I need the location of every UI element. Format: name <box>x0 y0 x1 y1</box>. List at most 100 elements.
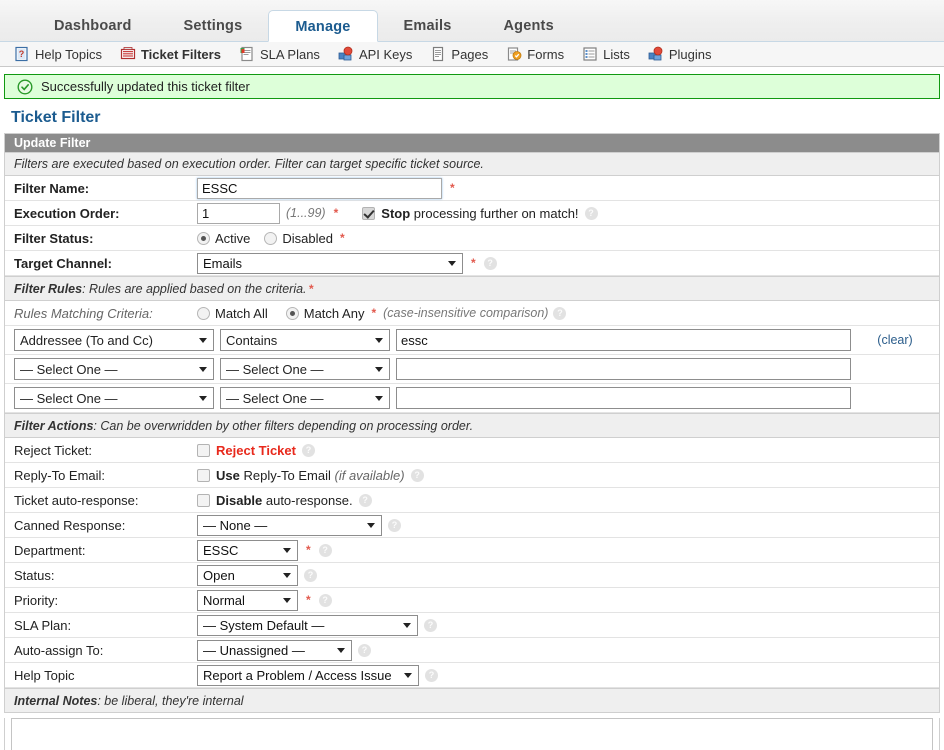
rule-operator-select-1[interactable]: Contains <box>220 329 390 351</box>
sidebar-item-sla-plans[interactable]: SLA Plans <box>239 46 320 62</box>
internal-notes-textarea[interactable] <box>11 718 933 750</box>
stop-processing-label-rest: processing further on match! <box>410 205 579 221</box>
rule-operator-select-3[interactable]: — Select One — <box>220 387 390 409</box>
required-marker: * <box>471 256 476 270</box>
status-disabled-radio[interactable] <box>264 231 278 245</box>
label-sla-plan: SLA Plan: <box>14 617 72 633</box>
success-check-icon <box>17 78 33 95</box>
row-canned-response: Canned Response: — None — ? <box>5 513 939 538</box>
section-header-internal-notes: Internal Notes: be liberal, they're inte… <box>5 688 939 713</box>
tab-settings[interactable]: Settings <box>158 10 269 42</box>
rule-operator-select-2[interactable]: — Select One — <box>220 358 390 380</box>
rule-value-input-2[interactable] <box>396 358 851 380</box>
sidebar-item-label: SLA Plans <box>259 46 320 62</box>
stop-processing-checkbox[interactable] <box>362 206 376 220</box>
sidebar-item-label: Forms <box>527 46 565 62</box>
section-note-internal-notes: : be liberal, they're internal <box>97 694 244 708</box>
row-priority: Priority: Normal * ? <box>5 588 939 613</box>
execution-order-input[interactable] <box>197 202 280 224</box>
ticket-filters-icon <box>120 46 136 62</box>
rule-field-select-2[interactable]: — Select One — <box>14 358 214 380</box>
help-icon[interactable]: ? <box>318 543 332 557</box>
sidebar-item-pages[interactable]: Pages <box>430 46 488 62</box>
section-header-filter-rules: Filter Rules: Rules are applied based on… <box>5 276 939 301</box>
match-all-radio[interactable] <box>197 306 210 320</box>
status-select[interactable]: Open <box>197 564 298 586</box>
target-channel-select[interactable]: Emails <box>197 252 463 274</box>
tab-dashboard[interactable]: Dashboard <box>28 10 158 42</box>
auto-assign-select[interactable]: — Unassigned — <box>197 639 352 661</box>
rule-value-input-3[interactable] <box>396 387 851 409</box>
reject-ticket-checkbox[interactable] <box>197 443 210 457</box>
required-marker: * <box>306 543 311 557</box>
rule-field-select-1[interactable]: Addressee (To and Cc) <box>14 329 214 351</box>
required-marker: * <box>340 231 345 245</box>
table-row: Addressee (To and Cc) Contains essc (cle… <box>5 326 939 355</box>
help-icon[interactable]: ? <box>318 593 332 607</box>
help-icon[interactable]: ? <box>424 618 437 632</box>
help-icon[interactable]: ? <box>584 206 598 220</box>
disable-auto-response-checkbox[interactable] <box>197 493 210 507</box>
section-title-filter-actions: Filter Actions <box>14 419 94 433</box>
sidebar-item-plugins[interactable]: Plugins <box>648 46 712 62</box>
row-department: Department: ESSC * ? <box>5 538 939 563</box>
rule-value-input-1[interactable]: essc <box>396 329 851 351</box>
stop-processing-label: Stop processing further on match! <box>381 206 578 221</box>
help-icon[interactable]: ? <box>425 668 438 682</box>
priority-select[interactable]: Normal <box>197 589 298 611</box>
filter-name-input[interactable] <box>197 177 442 199</box>
help-icon[interactable]: ? <box>483 256 497 270</box>
row-filter-status: Filter Status: Active Disabled * <box>5 226 939 251</box>
help-icon[interactable]: ? <box>358 493 372 507</box>
row-target-channel: Target Channel: Emails * ? <box>5 251 939 276</box>
label-reject-ticket: Reject Ticket: <box>14 442 93 458</box>
tab-agents[interactable]: Agents <box>478 10 580 42</box>
success-banner: Successfully updated this ticket filter <box>4 74 940 99</box>
help-icon[interactable]: ? <box>388 518 401 532</box>
label-filter-name: Filter Name: <box>14 180 90 196</box>
section-note-update-filter: Filters are executed based on execution … <box>5 153 939 176</box>
sidebar-item-lists[interactable]: Lists <box>582 46 630 62</box>
sidebar-item-api-keys[interactable]: API Keys <box>338 46 412 62</box>
reply-to-email-label-rest: Reply-To Email <box>239 467 335 483</box>
help-topic-select[interactable]: Report a Problem / Access Issue <box>197 664 419 686</box>
reply-to-email-label: Use Reply-To Email (if available) <box>216 468 405 483</box>
help-icon[interactable]: ? <box>358 643 371 657</box>
help-topics-icon: ? <box>14 46 30 62</box>
help-icon[interactable]: ? <box>301 443 315 457</box>
label-ticket-auto-response: Ticket auto-response: <box>14 492 139 508</box>
success-banner-text: Successfully updated this ticket filter <box>41 79 250 94</box>
tab-emails[interactable]: Emails <box>378 10 478 42</box>
section-header-filter-actions: Filter Actions: Can be overwridden by ot… <box>5 413 939 438</box>
ticket-filter-form: Update Filter Filters are executed based… <box>4 133 940 713</box>
reply-to-email-checkbox[interactable] <box>197 468 210 482</box>
help-icon[interactable]: ? <box>410 468 424 482</box>
status-active-radio[interactable] <box>197 231 210 245</box>
canned-response-select[interactable]: — None — <box>197 514 382 536</box>
clear-rules-link[interactable]: (clear) <box>851 333 939 347</box>
internal-notes-area <box>4 718 940 750</box>
match-any-label: Match Any <box>303 305 365 321</box>
sidebar-item-label: Lists <box>603 46 630 62</box>
sla-plan-select[interactable]: — System Default — <box>197 614 418 636</box>
help-icon[interactable]: ? <box>553 306 567 320</box>
reply-to-email-label-bold: Use <box>216 467 240 483</box>
help-icon[interactable]: ? <box>304 568 317 582</box>
label-rules-matching-criteria: Rules Matching Criteria: <box>14 305 153 321</box>
section-header-update-filter: Update Filter <box>5 134 939 153</box>
sidebar-item-help-topics[interactable]: ? Help Topics <box>14 46 102 62</box>
required-marker: * <box>371 306 377 320</box>
row-auto-assign-to: Auto-assign To: — Unassigned — ? <box>5 638 939 663</box>
row-sla-plan: SLA Plan: — System Default — ? <box>5 613 939 638</box>
pages-icon <box>430 46 446 62</box>
match-all-label: Match All <box>215 305 268 321</box>
tab-manage[interactable]: Manage <box>268 10 378 42</box>
rule-field-select-3[interactable]: — Select One — <box>14 387 214 409</box>
sidebar-item-forms[interactable]: Forms <box>506 46 564 62</box>
match-any-radio[interactable] <box>285 306 299 320</box>
department-select[interactable]: ESSC <box>197 539 298 561</box>
label-reply-to-email: Reply-To Email: <box>14 467 106 483</box>
label-filter-status: Filter Status: <box>14 230 94 246</box>
label-priority: Priority: <box>14 592 59 608</box>
sidebar-item-ticket-filters[interactable]: Ticket Filters <box>120 46 221 62</box>
